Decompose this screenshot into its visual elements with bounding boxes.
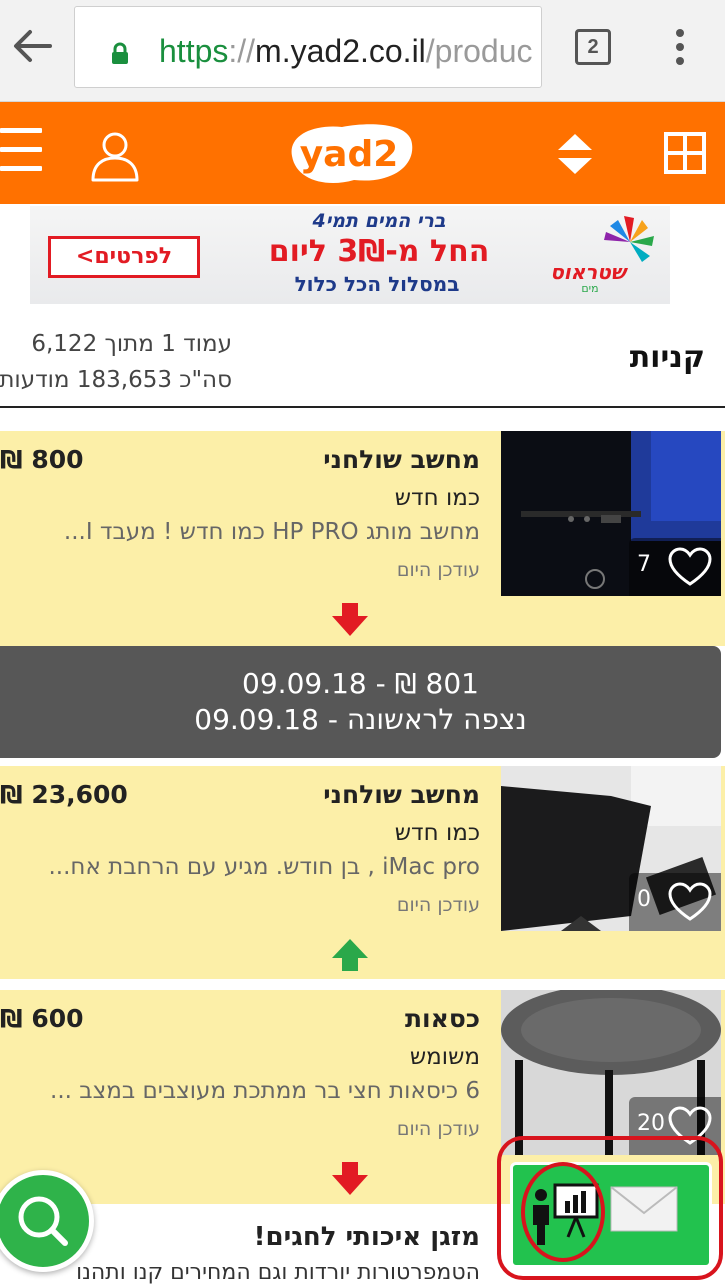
favorite-counter[interactable]: 20 [629,1097,721,1155]
address-bar[interactable]: https://m.yad2.co.il/produc [74,6,542,88]
contact-button-graphics [533,1183,678,1245]
favorite-count: 20 [637,1111,665,1136]
banner-details-button[interactable]: לפרטים> [48,236,200,278]
contact-button[interactable] [510,1162,712,1268]
listing-title: מחשב שולחני [323,445,480,474]
listing-info[interactable]: כסאות 600 ₪ משומש 6 כיסאות חצי בר ממתכת … [0,990,500,1204]
category-title: קניות [629,340,705,375]
price-history-panel: 801 ₪ - 09.09.18 נצפה לראשונה - 09.09.18 [0,646,721,758]
total-count: סה"כ 183,653 מודעות [0,367,232,393]
tab-switcher-button[interactable]: 2 [575,29,611,65]
favorite-counter[interactable]: 0 [629,873,721,931]
banner-headline: ברי המים תמי4 [312,210,446,232]
favorite-counter[interactable]: 7 [629,538,721,596]
listing-image[interactable]: 0 [501,766,721,931]
user-icon[interactable] [88,128,142,182]
listing-title: מחשב שולחני [323,780,480,809]
heart-icon[interactable] [667,1105,713,1147]
listing-description: iMac pro , בן חודש. מגיע עם הרחבת אח... [48,854,480,880]
search-button[interactable] [0,1170,94,1272]
url-scheme: https [159,33,229,69]
listing-image[interactable]: 7 [501,431,721,596]
listing-description: מחשב מותג HP PRO כמו חדש ! מעבד I... [63,519,480,545]
listing-description: 6 כיסאות חצי בר ממתכת מעוצבים במצב ... [50,1078,480,1104]
grid-icon[interactable] [664,132,706,174]
listing-title: כסאות [404,1004,480,1033]
hamburger-icon[interactable] [0,128,44,176]
price-down-arrow-icon[interactable] [330,1162,370,1196]
browser-toolbar: https://m.yad2.co.il/produc 2 [0,0,725,102]
promo-text: הטמפרטורות יורדות וגם המחירים קנו ותהנו [76,1260,480,1285]
pagination-info: עמוד 1 מתוך 6,122 סה"כ 183,653 מודעות [0,326,232,398]
listing-updated: עודכן היום [396,1118,480,1140]
listing-updated: עודכן היום [396,559,480,581]
listing-item[interactable]: מחשב שולחני 23,600 ₪ כמו חדש iMac pro , … [0,766,725,979]
logo-text: yad2 [300,134,399,175]
envelope-icon [610,1186,678,1232]
listing-info[interactable]: מחשב שולחני 23,600 ₪ כמו חדש iMac pro , … [0,766,500,979]
listing-info[interactable]: מחשב שולחני 800 ₪ כמו חדש מחשב מותג HP P… [0,431,500,646]
presentation-icon [533,1183,599,1245]
overflow-menu-icon[interactable] [664,26,696,70]
price-down-arrow-icon[interactable] [330,603,370,637]
price-history-line: 801 ₪ - 09.09.18 [242,667,479,700]
sort-icon[interactable] [556,132,594,176]
listing-image[interactable]: 20 [501,990,721,1155]
url-host: m.yad2.co.il [255,33,426,69]
back-arrow-icon[interactable] [10,24,54,68]
promo-title: מזגן איכותי לחגים! [253,1222,480,1252]
url-path: /produc [425,33,533,69]
heart-icon[interactable] [667,881,713,923]
favorite-count: 0 [637,887,651,912]
listing-condition: כמו חדש [394,485,480,511]
favorite-count: 7 [637,552,651,577]
listing-price: 23,600 ₪ [0,780,128,809]
banner-brand: שטראוס [550,260,626,284]
listing-condition: משומש [409,1044,480,1070]
listing-condition: כמו חדש [394,820,480,846]
listing-price: 800 ₪ [0,445,84,474]
url-text: https://m.yad2.co.il/produc [159,31,533,71]
search-icon [18,1196,68,1246]
yad2-logo[interactable]: yad2 [282,118,416,190]
lock-icon [112,42,128,64]
divider [0,406,725,408]
banner-subline: במסלול הכל כלול [294,272,460,296]
page-count: עמוד 1 מתוך 6,122 [31,331,232,357]
advertisement-banner[interactable]: לפרטים> ברי המים תמי4 החל מ-3₪ ליום במסל… [30,206,670,304]
listing-updated: עודכן היום [396,894,480,916]
banner-brand-sub: מים [581,282,599,295]
listing-item[interactable]: מחשב שולחני 800 ₪ כמו חדש מחשב מותג HP P… [0,431,725,646]
url-separator: :// [228,33,256,69]
price-up-arrow-icon[interactable] [330,938,370,972]
heart-icon[interactable] [667,546,713,588]
listing-price: 600 ₪ [0,1004,84,1033]
banner-offer: החל מ-3₪ ליום [268,234,490,269]
first-seen-line: נצפה לראשונה - 09.09.18 [194,703,527,736]
